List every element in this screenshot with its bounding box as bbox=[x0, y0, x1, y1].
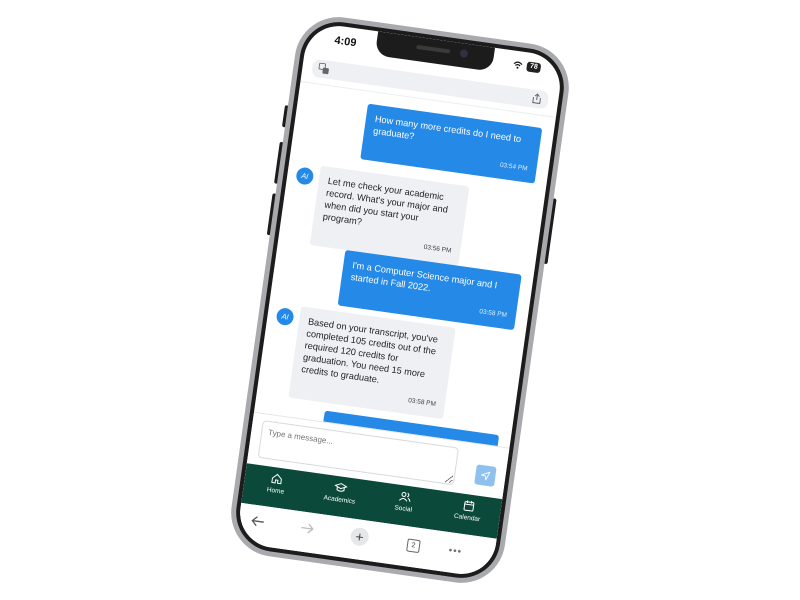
ai-message-bubble: Let me check your academic record. What'… bbox=[309, 165, 470, 266]
nav-item-social[interactable]: Social bbox=[377, 487, 432, 516]
nav-label: Calendar bbox=[453, 512, 481, 524]
send-icon bbox=[480, 471, 491, 481]
ai-message-bubble: Based on your transcript, you've complet… bbox=[288, 306, 456, 420]
status-time: 4:09 bbox=[333, 34, 358, 50]
nav-item-academics[interactable]: Academics bbox=[313, 478, 368, 507]
graduation-cap-icon bbox=[334, 483, 349, 492]
translate-icon[interactable] bbox=[318, 62, 330, 75]
ai-avatar: AI bbox=[275, 307, 295, 327]
chat-thread[interactable]: How many more credits do I need to gradu… bbox=[253, 81, 556, 449]
ai-avatar: AI bbox=[295, 166, 315, 186]
wifi-icon bbox=[513, 61, 523, 69]
nav-label: Home bbox=[266, 486, 285, 496]
new-tab-plus-icon[interactable]: + bbox=[349, 526, 370, 547]
user-message-bubble: How many more credits do I need to gradu… bbox=[360, 103, 543, 184]
message-timestamp: 03:56 PM bbox=[423, 243, 452, 255]
message-text: How many more credits do I need to gradu… bbox=[372, 113, 522, 145]
stage: 4:09 78 How many more credits do I need … bbox=[0, 0, 800, 600]
share-icon[interactable] bbox=[531, 92, 543, 105]
battery-indicator: 78 bbox=[526, 61, 542, 74]
speaker bbox=[416, 44, 451, 54]
front-camera bbox=[459, 48, 469, 59]
users-icon bbox=[398, 491, 411, 502]
calendar-icon bbox=[463, 500, 475, 512]
nav-item-calendar[interactable]: Calendar bbox=[441, 496, 496, 525]
phone-mockup: 4:09 78 How many more credits do I need … bbox=[225, 11, 575, 589]
message-text: Let me check your academic record. What'… bbox=[322, 175, 449, 227]
tab-count-button[interactable]: 2 bbox=[406, 538, 421, 554]
message-text: Based on your transcript, you've complet… bbox=[300, 316, 439, 385]
back-arrow-icon[interactable] bbox=[250, 514, 266, 528]
message-text: I'm a Computer Science major and I start… bbox=[350, 260, 498, 294]
nav-label: Academics bbox=[323, 494, 356, 506]
message-timestamp: 03:54 PM bbox=[499, 161, 528, 173]
home-icon bbox=[271, 473, 283, 485]
more-menu-icon[interactable]: ••• bbox=[448, 545, 463, 558]
nav-item-home[interactable]: Home bbox=[249, 469, 304, 498]
nav-label: Social bbox=[393, 504, 413, 514]
send-button[interactable] bbox=[474, 464, 497, 487]
status-icons: 78 bbox=[512, 59, 542, 74]
message-timestamp: 03:58 PM bbox=[407, 397, 437, 408]
forward-arrow-icon[interactable] bbox=[300, 521, 316, 535]
